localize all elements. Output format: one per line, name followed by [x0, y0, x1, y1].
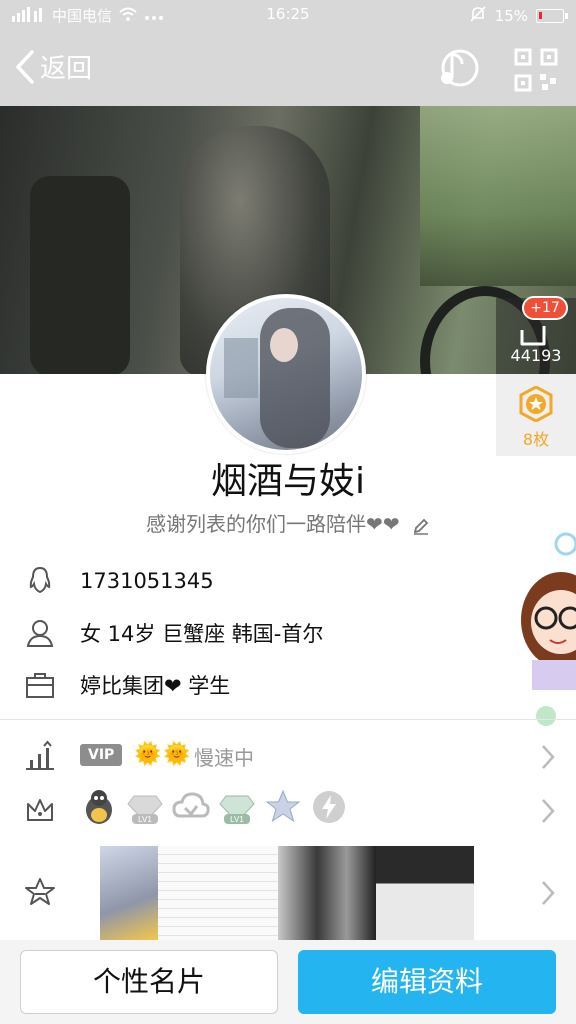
status-bar: 中国电信 16:25 15%	[0, 0, 576, 30]
alarm-off-icon	[469, 5, 487, 27]
nav-bar: 返回	[0, 30, 576, 106]
lightning-icon	[313, 791, 345, 823]
cover-window	[420, 106, 576, 286]
cartoon-girl-sticker	[477, 530, 576, 730]
work-info: 婷比集团❤ 学生	[80, 674, 231, 698]
status-right: 15%	[469, 5, 568, 27]
album-photo[interactable]	[278, 846, 376, 940]
speed-status: 慢速中	[194, 746, 254, 770]
personal-info-row: 女 14岁 巨蟹座 韩国-首尔	[0, 608, 576, 658]
crown-icon	[27, 799, 53, 821]
qq-penguin-icon	[29, 566, 51, 594]
medal-icons: LV1 LV1	[80, 788, 348, 826]
album-photo[interactable]	[376, 846, 474, 940]
music-icon[interactable]	[436, 48, 480, 88]
qq-number-row: 1731051345	[0, 556, 576, 606]
bottom-bar: 个性名片 编辑资料	[0, 940, 576, 1024]
qq-penguin-icon	[86, 790, 112, 824]
album-photo[interactable]	[100, 846, 158, 940]
vip-row[interactable]: VIP 🌞🌞 慢速中	[0, 728, 576, 784]
personal-info: 女 14岁 巨蟹座 韩国-首尔	[80, 622, 324, 646]
back-label: 返回	[40, 54, 93, 84]
cloud-sync-icon	[172, 792, 210, 818]
sun-level-icons: 🌞🌞	[134, 742, 193, 767]
profile-card-button[interactable]: 个性名片	[20, 950, 278, 1014]
chevron-right-icon	[542, 881, 555, 905]
svg-text:LV1: LV1	[138, 815, 152, 824]
album-photo[interactable]	[158, 846, 278, 940]
medal-star-icon	[519, 386, 553, 422]
qrcode-icon[interactable]	[514, 48, 558, 92]
diamond-lv1-icon: LV1	[127, 795, 163, 824]
level-up-icon	[26, 740, 54, 770]
chevron-left-icon	[16, 49, 34, 84]
thumb-up-icon	[520, 326, 546, 346]
photo-album[interactable]	[100, 846, 474, 940]
vip-badge: VIP	[80, 744, 123, 766]
cover-seat	[30, 176, 130, 374]
battery-percent: 15%	[494, 7, 528, 25]
svg-text:LV1: LV1	[230, 815, 244, 824]
star-outline-icon	[25, 878, 55, 905]
person-icon	[26, 620, 54, 647]
medals-row[interactable]: LV1 LV1	[0, 782, 576, 838]
avatar-hair	[260, 308, 330, 448]
chevron-right-icon	[542, 799, 555, 823]
battery-icon	[536, 9, 568, 23]
pencil-icon[interactable]	[412, 517, 430, 535]
section-divider	[0, 719, 576, 720]
likes-new-badge: +17	[522, 296, 568, 320]
signature[interactable]: 感谢列表的你们一路陪伴❤❤	[0, 508, 576, 537]
avatar[interactable]	[206, 294, 366, 454]
medal-count: 8枚	[522, 430, 550, 449]
qq-number: 1731051345	[80, 569, 214, 593]
battery-level	[539, 12, 542, 19]
star-icon	[265, 789, 301, 823]
medal-button[interactable]: 8枚	[496, 374, 576, 456]
diamond-green-lv1-icon: LV1	[219, 795, 255, 824]
signature-text: 感谢列表的你们一路陪伴❤❤	[146, 512, 400, 536]
likes-count: 44193	[510, 346, 562, 365]
likes-button[interactable]: +17 44193	[496, 296, 576, 374]
nickname: 烟酒与妓i	[210, 461, 365, 502]
avatar-bg-shape	[224, 338, 258, 398]
chevron-right-icon	[542, 745, 555, 769]
avatar-face	[270, 328, 298, 362]
back-button[interactable]: 返回	[14, 48, 92, 85]
work-info-row: 婷比集团❤ 学生	[0, 660, 576, 710]
edit-profile-button[interactable]: 编辑资料	[298, 950, 556, 1014]
briefcase-icon	[26, 673, 54, 698]
